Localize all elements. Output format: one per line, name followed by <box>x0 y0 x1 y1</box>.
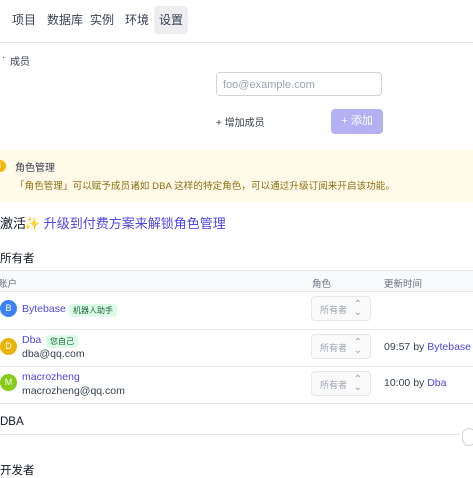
email-field[interactable]: foo@example.com <box>216 72 382 96</box>
status-badge: 机器人助手 <box>69 304 117 317</box>
developers-title: 开发者 <box>0 465 35 477</box>
column-role: 角色 <box>312 279 332 290</box>
add-button[interactable]: + 添加 <box>331 109 383 134</box>
tab-environments[interactable]: 环境 <box>120 6 154 34</box>
updated-info: 09:57 by Bytebase <box>384 341 471 353</box>
tab-projects[interactable]: 项目 <box>7 6 41 34</box>
role-select[interactable]: 所有者 ⌃ ⌄ <box>311 296 371 321</box>
updated-by-link[interactable]: Bytebase <box>427 341 471 353</box>
role-select-value: 所有者 <box>320 305 348 315</box>
activate-text: 激活 <box>0 216 27 231</box>
table-row: D Dba 您自己 dba@qq.com 所有者 ⌃ ⌄ 09:57 by Byt… <box>0 330 473 364</box>
member-email: macrozheng@qq.com <box>22 385 125 397</box>
dba-divider <box>0 434 460 435</box>
member-name-link[interactable]: Bytebase <box>22 303 66 315</box>
role-management-alert <box>0 150 473 202</box>
tab-databases[interactable]: 数据库 <box>42 6 88 34</box>
chevron-updown-icon: ⌃ ⌄ <box>353 299 362 318</box>
chevron-updown-icon: ⌃ ⌄ <box>353 337 362 356</box>
alert-body: 「角色管理」可以赋予成员诸如 DBA 这样的特定角色，可以通过升级订阅来开启该功… <box>15 181 395 192</box>
updated-time: 09:57 <box>384 341 411 353</box>
role-select[interactable]: 所有者 ⌃ ⌄ <box>311 334 371 359</box>
status-badge: 您自己 <box>46 335 78 348</box>
table-row: B Bytebase 机器人助手 所有者 ⌃ ⌄ <box>0 292 473 326</box>
avatar: B <box>0 300 17 317</box>
role-select[interactable]: 所有者 ⌃ ⌄ <box>311 371 371 396</box>
member-name-link[interactable]: Dba <box>22 334 41 346</box>
scroll-handle[interactable] <box>462 428 473 446</box>
members-section-label: 成员 <box>10 57 30 68</box>
alert-title: 角色管理 <box>15 163 55 174</box>
updated-time: 10:00 <box>384 377 411 389</box>
updated-info: 10:00 by Dba <box>384 377 446 389</box>
owners-title: 所有者 <box>0 253 35 265</box>
updated-by-label: by <box>413 341 425 353</box>
role-select-value: 所有者 <box>320 343 348 353</box>
dba-title: DBA <box>0 416 24 428</box>
member-email: dba@qq.com <box>22 348 85 360</box>
table-header: 账户 角色 更新时间 <box>0 270 473 292</box>
add-member-link[interactable]: + 增加成员 <box>216 114 265 129</box>
tab-instances[interactable]: 实例 <box>85 6 119 34</box>
top-nav: 项目 数据库 实例 环境 设置 <box>0 0 473 43</box>
member-name-link[interactable]: macrozheng <box>22 371 80 383</box>
members-dot: · <box>2 52 6 63</box>
column-account: 账户 <box>0 279 18 290</box>
updated-by-label: by <box>413 377 425 389</box>
tab-settings[interactable]: 设置 <box>154 6 189 34</box>
row-divider <box>0 403 473 404</box>
role-select-value: 所有者 <box>320 380 348 390</box>
avatar: M <box>0 374 17 391</box>
upgrade-link[interactable]: ✨ 升级到付费方案来解锁角色管理 <box>24 213 226 232</box>
table-row: M macrozheng macrozheng@qq.com 所有者 ⌃ ⌄ 10… <box>0 367 473 401</box>
updated-by-link[interactable]: Dba <box>427 377 446 389</box>
column-updated-time: 更新时间 <box>384 279 423 290</box>
chevron-updown-icon: ⌃ ⌄ <box>353 374 362 393</box>
avatar: D <box>0 338 17 355</box>
